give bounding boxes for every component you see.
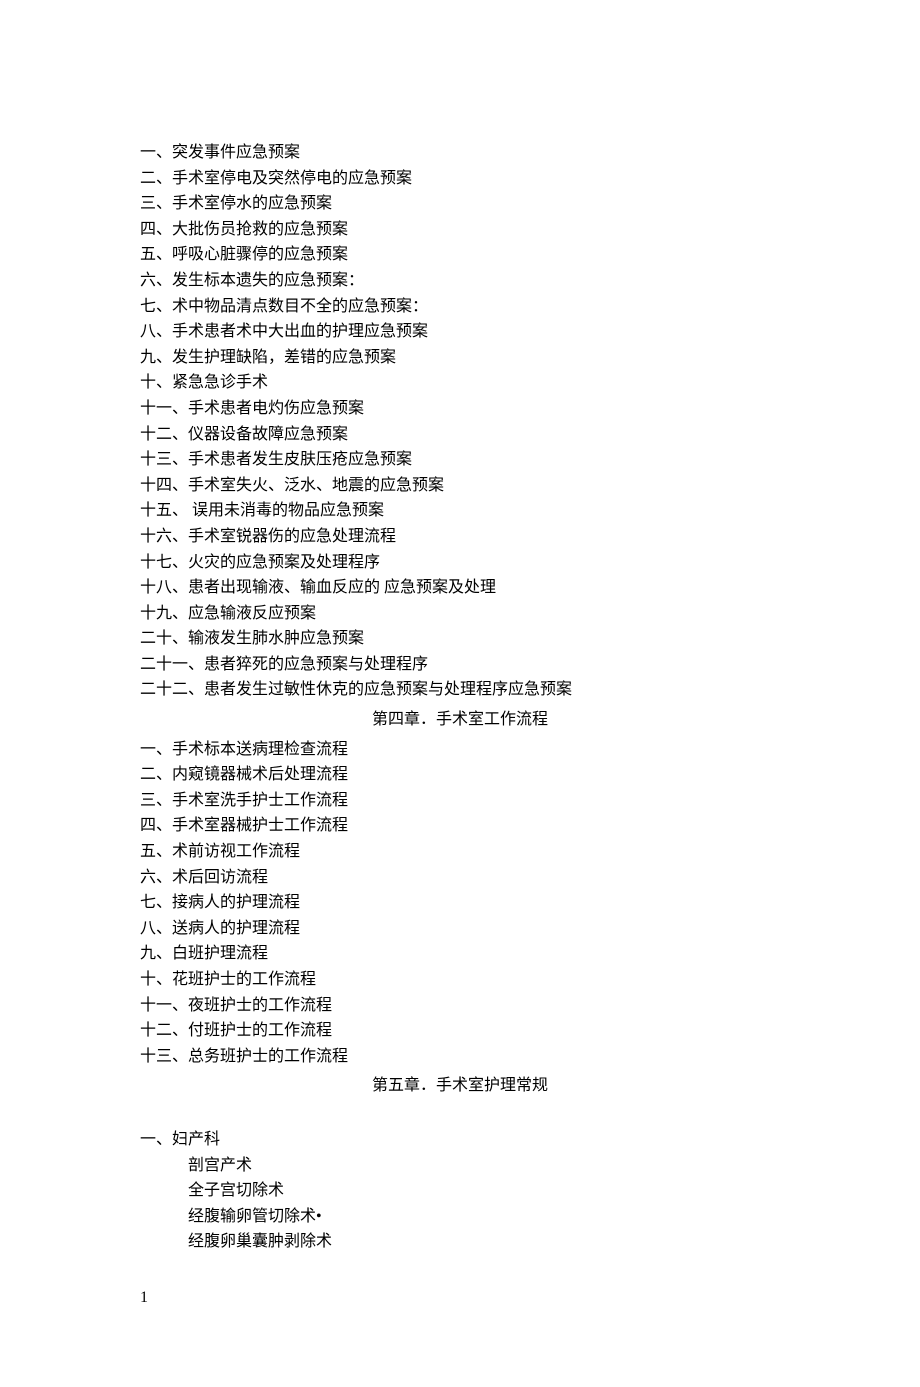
list-item: 六、发生标本遗失的应急预案：: [140, 268, 780, 294]
list-item: 十、花班护士的工作流程: [140, 967, 780, 993]
sub-list-item: 剖宫产术: [140, 1153, 780, 1179]
list-item: 十四、手术室失火、泛水、地震的应急预案: [140, 473, 780, 499]
sub-list-item: 全子宫切除术: [140, 1178, 780, 1204]
list-item: 十八、患者出现输液、输血反应的 应急预案及处理: [140, 575, 780, 601]
subsection-heading: 一、妇产科: [140, 1127, 780, 1153]
list-item: 四、大批伤员抢救的应急预案: [140, 217, 780, 243]
list-item: 二、内窥镜器械术后处理流程: [140, 762, 780, 788]
list-item: 三、手术室洗手护士工作流程: [140, 788, 780, 814]
list-item: 十三、手术患者发生皮肤压疮应急预案: [140, 447, 780, 473]
list-item: 十二、付班护士的工作流程: [140, 1018, 780, 1044]
list-item: 十六、手术室锐器伤的应急处理流程: [140, 524, 780, 550]
list-item: 五、呼吸心脏骤停的应急预案: [140, 242, 780, 268]
sub-list-item: 经腹输卵管切除术•: [140, 1204, 780, 1230]
list-item: 五、术前访视工作流程: [140, 839, 780, 865]
list-item: 九、白班护理流程: [140, 941, 780, 967]
chapter-5-title: 第五章．手术室护理常规: [140, 1073, 780, 1099]
spacer: [140, 1103, 780, 1127]
list-item: 十一、夜班护士的工作流程: [140, 993, 780, 1019]
section-emergency-plans: 一、突发事件应急预案 二、手术室停电及突然停电的应急预案 三、手术室停水的应急预…: [140, 140, 780, 703]
list-item: 二十二、患者发生过敏性休克的应急预案与处理程序应急预案: [140, 677, 780, 703]
list-item: 十、紧急急诊手术: [140, 370, 780, 396]
list-item: 一、突发事件应急预案: [140, 140, 780, 166]
list-item: 十二、仪器设备故障应急预案: [140, 422, 780, 448]
list-item: 二十一、患者猝死的应急预案与处理程序: [140, 652, 780, 678]
document-page: 一、突发事件应急预案 二、手术室停电及突然停电的应急预案 三、手术室停水的应急预…: [0, 0, 920, 1387]
list-item: 十五、 误用未消毒的物品应急预案: [140, 498, 780, 524]
list-item: 六、术后回访流程: [140, 865, 780, 891]
section-nursing-routine: 一、妇产科 剖宫产术 全子宫切除术 经腹输卵管切除术• 经腹卵巢囊肿剥除术: [140, 1127, 780, 1255]
list-item: 十一、手术患者电灼伤应急预案: [140, 396, 780, 422]
section-workflow: 一、手术标本送病理检查流程 二、内窥镜器械术后处理流程 三、手术室洗手护士工作流…: [140, 737, 780, 1070]
sub-list-item: 经腹卵巢囊肿剥除术: [140, 1229, 780, 1255]
list-item: 九、发生护理缺陷，差错的应急预案: [140, 345, 780, 371]
list-item: 四、手术室器械护士工作流程: [140, 813, 780, 839]
list-item: 十七、火灾的应急预案及处理程序: [140, 550, 780, 576]
list-item: 十三、总务班护士的工作流程: [140, 1044, 780, 1070]
list-item: 一、手术标本送病理检查流程: [140, 737, 780, 763]
list-item: 二十、输液发生肺水肿应急预案: [140, 626, 780, 652]
page-number: 1: [140, 1285, 780, 1311]
chapter-4-title: 第四章．手术室工作流程: [140, 707, 780, 733]
list-item: 八、送病人的护理流程: [140, 916, 780, 942]
list-item: 三、手术室停水的应急预案: [140, 191, 780, 217]
list-item: 七、术中物品清点数目不全的应急预案：: [140, 294, 780, 320]
list-item: 十九、应急输液反应预案: [140, 601, 780, 627]
list-item: 二、手术室停电及突然停电的应急预案: [140, 166, 780, 192]
list-item: 七、接病人的护理流程: [140, 890, 780, 916]
list-item: 八、手术患者术中大出血的护理应急预案: [140, 319, 780, 345]
